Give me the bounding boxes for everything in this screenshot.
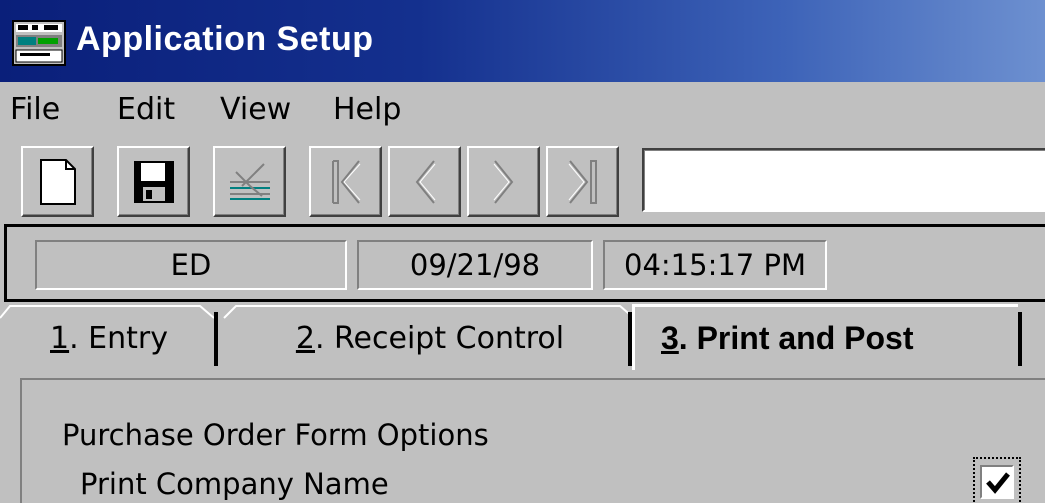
tab-receipt-control-label: . Receipt Control (314, 320, 565, 356)
first-record-button[interactable] (309, 146, 382, 217)
record-key-input[interactable] (642, 148, 1045, 212)
status-date: 09/21/98 (357, 240, 593, 290)
tab-entry-key: 1 (50, 320, 70, 356)
next-record-button[interactable] (467, 146, 540, 217)
tab-receipt-control[interactable]: 2. Receipt Control (236, 310, 624, 366)
tab-receipt-control-key: 2 (295, 320, 315, 356)
menu-view[interactable]: View (220, 92, 291, 128)
previous-record-button[interactable] (388, 146, 461, 217)
title-bar[interactable]: Application Setup (0, 0, 1045, 82)
group-title: Purchase Order Form Options (62, 418, 489, 452)
menu-edit[interactable]: Edit (117, 92, 175, 128)
delete-button[interactable] (213, 146, 286, 217)
tab-print-and-post-key: 3 (661, 320, 679, 356)
print-company-name-label[interactable]: Print Company Name (80, 467, 389, 501)
new-document-button[interactable] (21, 146, 94, 217)
toolbar (0, 141, 1045, 219)
tab-print-and-post-label: . Print and Post (678, 320, 914, 356)
tab-divider (214, 312, 218, 366)
print-company-name-checkbox[interactable] (980, 465, 1014, 499)
menu-file[interactable]: File (10, 92, 60, 128)
tab-print-and-post[interactable]: 3. Print and Post (632, 304, 1018, 370)
application-window: Application Setup File Edit View Help ED… (0, 0, 1045, 503)
status-strip: ED 09/21/98 04:15:17 PM (4, 224, 1045, 302)
save-button[interactable] (117, 146, 190, 217)
tab-divider (1018, 312, 1022, 366)
menu-bar: File Edit View Help (0, 82, 1045, 138)
application-setup-icon[interactable] (12, 20, 66, 66)
menu-help[interactable]: Help (333, 92, 401, 128)
tab-entry-label: . Entry (69, 320, 168, 356)
tab-entry[interactable]: 1. Entry (14, 310, 204, 366)
last-record-button[interactable] (546, 146, 619, 217)
window-title: Application Setup (76, 20, 374, 58)
status-time: 04:15:17 PM (603, 240, 827, 290)
status-user: ED (35, 240, 347, 290)
